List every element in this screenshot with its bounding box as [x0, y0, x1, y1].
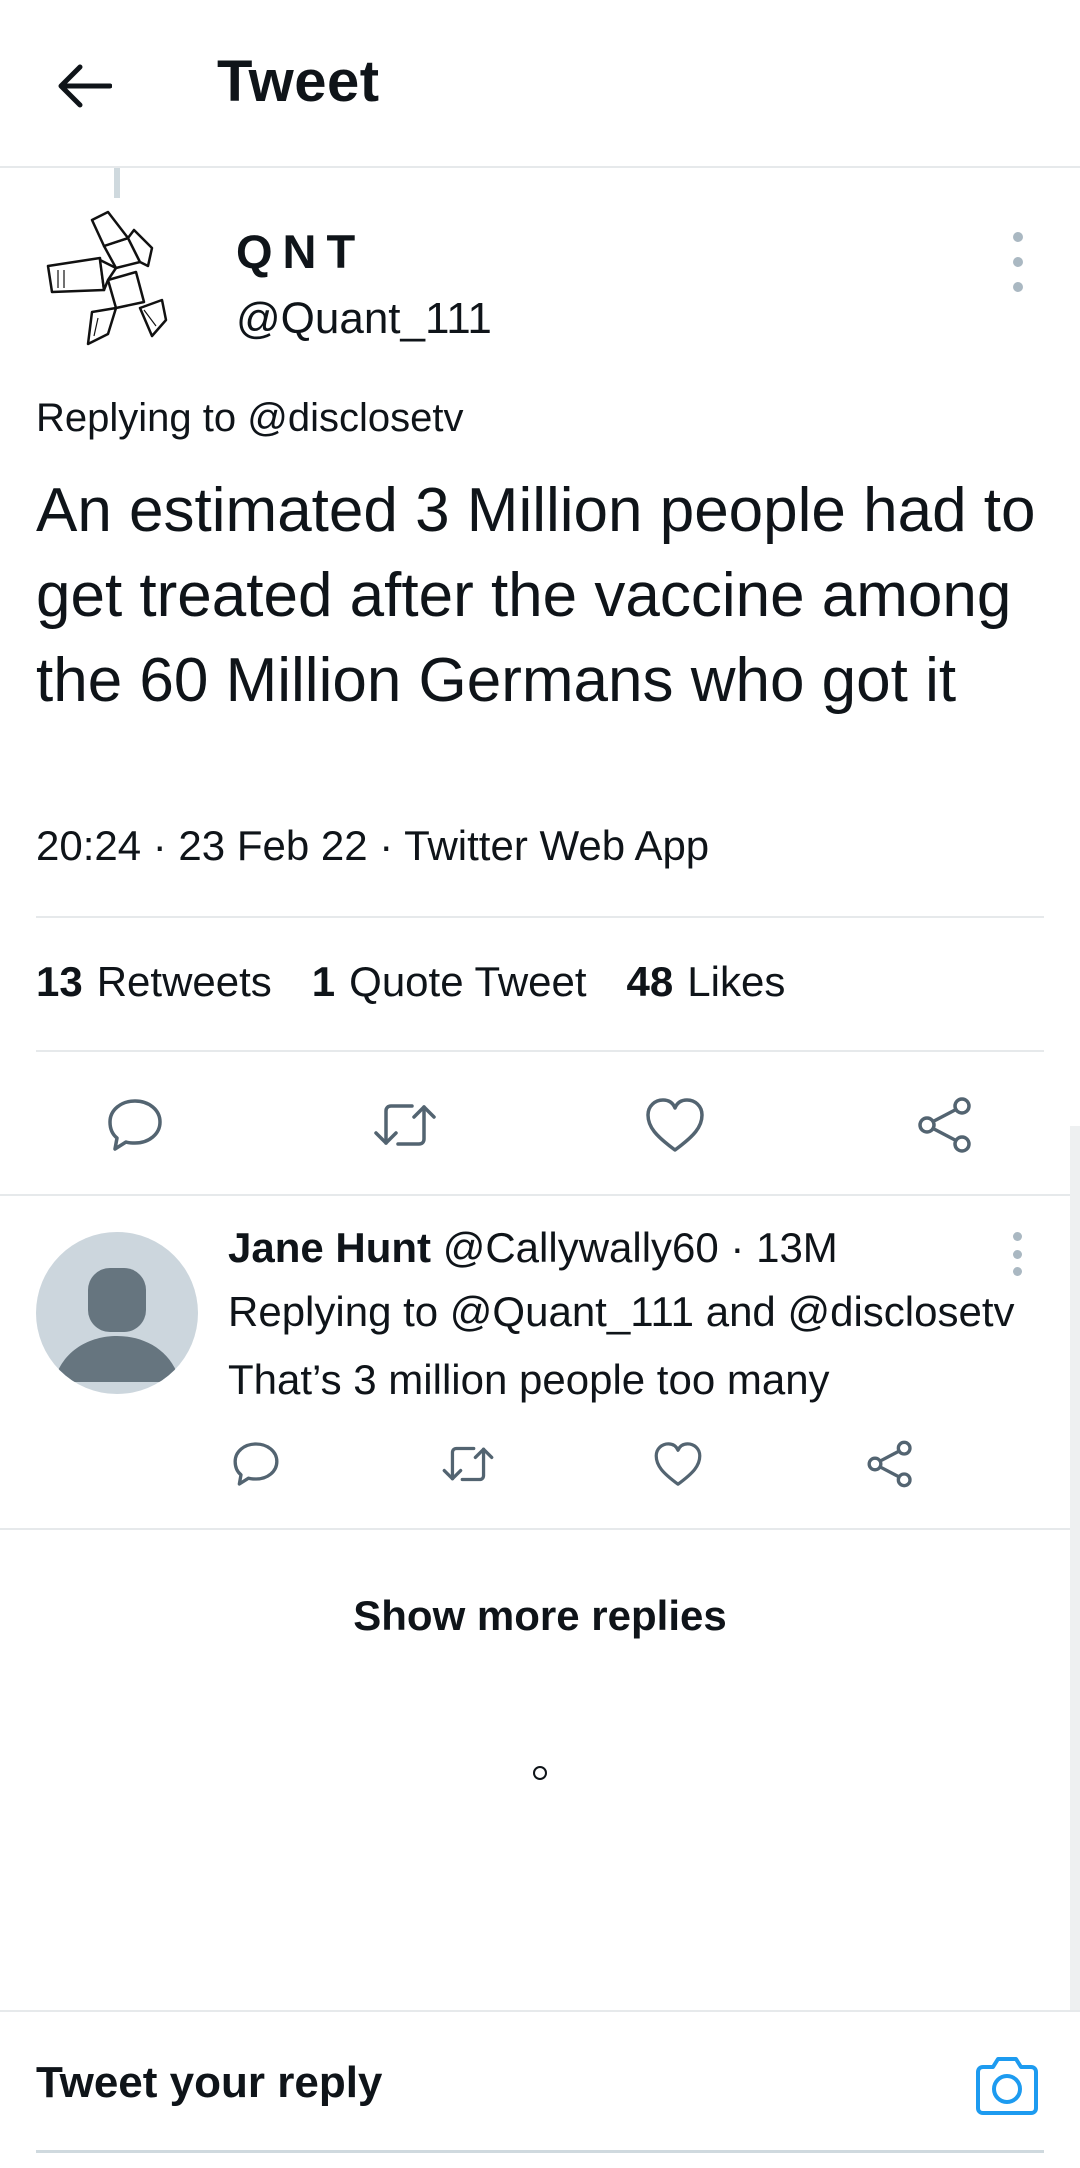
- tweet-timestamp-source: 20:24 · 23 Feb 22 · Twitter Web App: [36, 822, 710, 869]
- tweet-text: An estimated 3 Million people had to get…: [36, 476, 1036, 715]
- reply-share-button[interactable]: [862, 1436, 918, 1492]
- composer-underline: [36, 2150, 1044, 2153]
- retweet-button[interactable]: [370, 1090, 440, 1160]
- divider: [36, 916, 1044, 918]
- author-handle[interactable]: @Quant_111: [236, 294, 492, 344]
- more-dot: [1012, 1249, 1022, 1259]
- more-dot: [1012, 1267, 1022, 1276]
- reply-author-name[interactable]: Jane Hunt: [228, 1224, 431, 1271]
- reply-composer: Tweet your reply: [0, 2010, 1080, 2168]
- reply-replying-to: Replying to @Quant_111 and @disclosetv: [228, 1288, 1015, 1335]
- reply-input[interactable]: Tweet your reply: [36, 2058, 382, 2108]
- quotes-label: Quote Tweet: [349, 958, 587, 1005]
- more-options-button[interactable]: [1002, 232, 1034, 292]
- reply-text: That’s 3 million people too many: [228, 1356, 830, 1403]
- reply-button[interactable]: [100, 1090, 170, 1160]
- like-button[interactable]: [640, 1090, 710, 1160]
- divider: [0, 1528, 1080, 1530]
- top-bar: Tweet: [0, 0, 1080, 168]
- retweets-stat[interactable]: 13 Retweets: [36, 958, 272, 1006]
- reply-like-button[interactable]: [650, 1436, 706, 1492]
- tweet-stats: 13 Retweets 1 Quote Tweet 48 Likes: [36, 958, 785, 1006]
- avatar[interactable]: [44, 208, 184, 358]
- divider: [36, 1050, 1044, 1052]
- reply-author-handle-time: @Callywally60 · 13M: [442, 1224, 838, 1271]
- more-dot: [1013, 257, 1023, 267]
- reply-icon: [108, 1099, 162, 1151]
- share-icon: [918, 1097, 971, 1153]
- author-display-name[interactable]: QNT: [236, 224, 365, 279]
- camera-icon: [976, 2057, 1038, 2115]
- camera-button[interactable]: [972, 2052, 1042, 2118]
- page-title: Tweet: [217, 49, 380, 114]
- qnt-logo-icon: [46, 210, 168, 346]
- reply-header: Jane Hunt @Callywally60 · 13M: [228, 1224, 838, 1272]
- replying-to: Replying to @disclosetv: [36, 396, 464, 440]
- thread-connector-line: [114, 168, 120, 198]
- quotes-count: 1: [311, 958, 336, 1005]
- retweets-label: Retweets: [96, 958, 272, 1005]
- quote-tweets-stat[interactable]: 1 Quote Tweet: [312, 958, 587, 1006]
- reply-retweet-button[interactable]: [440, 1436, 496, 1492]
- tweet-action-bar: [0, 1058, 1080, 1188]
- reply-icon: [233, 1442, 279, 1486]
- likes-stat[interactable]: 48 Likes: [627, 958, 786, 1006]
- likes-count: 48: [626, 958, 674, 1005]
- share-button[interactable]: [910, 1090, 980, 1160]
- retweets-count: 13: [36, 958, 83, 1005]
- heart-icon: [646, 1098, 704, 1152]
- scrollbar[interactable]: [1070, 1126, 1080, 2012]
- avatar[interactable]: [36, 1232, 198, 1394]
- share-icon: [867, 1440, 912, 1488]
- show-more-replies-button[interactable]: Show more replies: [0, 1592, 1080, 1640]
- retweet-icon: [442, 1446, 494, 1482]
- heart-icon: [654, 1442, 702, 1486]
- reply-reply-button[interactable]: [228, 1436, 284, 1492]
- default-avatar-icon: [54, 1268, 180, 1382]
- reply-tweet[interactable]: Jane Hunt @Callywally60 · 13M Replying t…: [0, 1196, 1080, 1526]
- arrow-left-icon: [58, 64, 112, 108]
- back-button[interactable]: [52, 54, 116, 118]
- more-dot: [1013, 282, 1023, 292]
- retweet-icon: [374, 1104, 436, 1146]
- more-dot: [1012, 1232, 1022, 1241]
- likes-label: Likes: [687, 958, 786, 1005]
- loading-spinner: [533, 1766, 547, 1780]
- more-dot: [1013, 232, 1023, 242]
- reply-more-options-button[interactable]: [1010, 1232, 1024, 1276]
